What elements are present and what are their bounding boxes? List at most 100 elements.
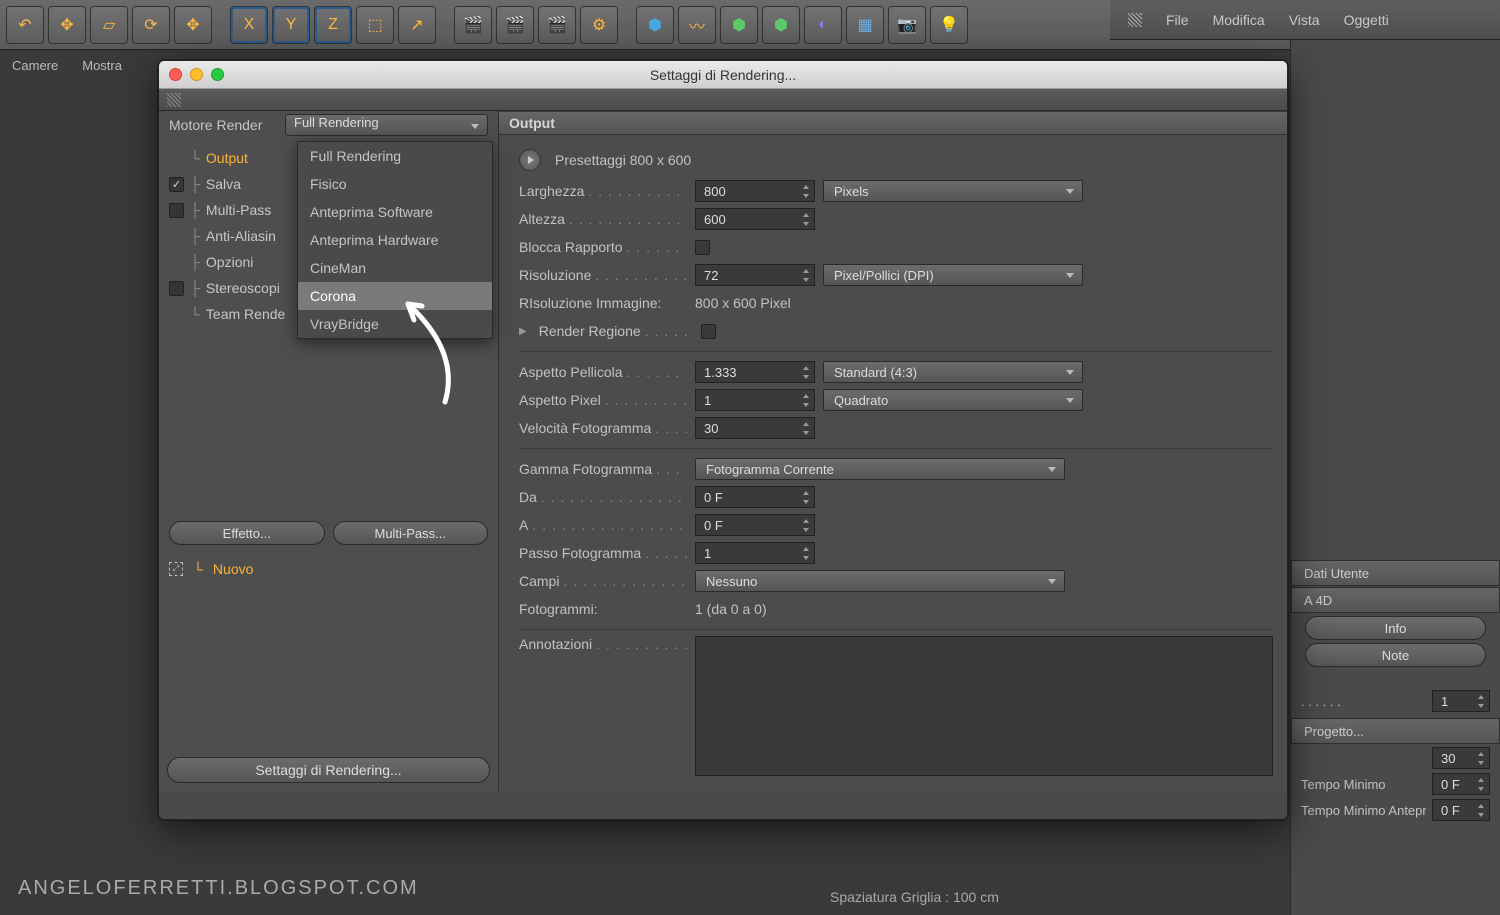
light-icon[interactable]: 💡 (930, 6, 968, 44)
tree-output[interactable]: Output (206, 150, 248, 166)
attr-val1[interactable]: 1 (1432, 690, 1490, 712)
blocca-checkbox[interactable] (695, 240, 710, 255)
engine-option-full[interactable]: Full Rendering (298, 142, 492, 170)
stereo-checkbox[interactable] (169, 281, 184, 296)
passo-label: Passo Fotogramma (519, 545, 687, 561)
fotogrammi-value: 1 (da 0 a 0) (695, 601, 767, 617)
scale-icon[interactable]: ▱ (90, 6, 128, 44)
axis-z-icon[interactable]: Z (314, 6, 352, 44)
render-regione-checkbox[interactable] (701, 324, 716, 339)
gamma-label: Gamma Fotogramma (519, 461, 687, 477)
attr-val30[interactable]: 30 (1432, 747, 1490, 769)
annotazioni-textarea[interactable] (695, 636, 1273, 776)
render-settings-button[interactable]: Settaggi di Rendering... (167, 757, 490, 783)
engine-option-vray[interactable]: VrayBridge (298, 310, 492, 338)
menu-file[interactable]: File (1166, 12, 1189, 28)
engine-option-fisico[interactable]: Fisico (298, 170, 492, 198)
tab-a4d[interactable]: A 4D (1291, 587, 1500, 613)
tempo-minimo-ante-label: Tempo Minimo Anteprima (1301, 803, 1426, 818)
altezza-input[interactable]: 600 (695, 208, 815, 230)
velocita-label: Velocità Fotogramma (519, 420, 687, 436)
tree-antialias[interactable]: Anti-Aliasin (206, 228, 276, 244)
campi-select[interactable]: Nessuno (695, 570, 1065, 592)
new-label: Nuovo (213, 561, 253, 577)
grid-icon[interactable] (167, 93, 181, 107)
info-button[interactable]: Info (1305, 616, 1486, 640)
tree-multipass[interactable]: Multi-Pass (206, 202, 271, 218)
axis-icon[interactable]: ↗ (398, 6, 436, 44)
aspetto-pellicola-input[interactable]: 1.333 (695, 361, 815, 383)
risoluzione-unit-select[interactable]: Pixel/Pollici (DPI) (823, 264, 1083, 286)
engine-option-software[interactable]: Anteprima Software (298, 198, 492, 226)
effetto-button[interactable]: Effetto... (169, 521, 325, 545)
new-preset-row[interactable]: ⤢ └ Nuovo (159, 555, 498, 583)
note-button[interactable]: Note (1305, 643, 1486, 667)
menu-modifica[interactable]: Modifica (1213, 12, 1265, 28)
a-input[interactable]: 0 F (695, 514, 815, 536)
engine-label: Motore Render (169, 117, 277, 133)
move-icon[interactable]: ✥ (48, 6, 86, 44)
expand-tri-icon[interactable]: ▶ (519, 326, 527, 337)
coord-icon[interactable]: ⬚ (356, 6, 394, 44)
aspetto-pixel-input[interactable]: 1 (695, 389, 815, 411)
move2-icon[interactable]: ✥ (174, 6, 212, 44)
camera-icon[interactable]: 📷 (888, 6, 926, 44)
render-settings-icon[interactable]: ⚙ (580, 6, 618, 44)
larghezza-input[interactable]: 800 (695, 180, 815, 202)
engine-option-cineman[interactable]: CineMan (298, 254, 492, 282)
tree-team[interactable]: Team Rende (206, 306, 285, 322)
engine-option-corona[interactable]: Corona (298, 282, 492, 310)
attributes-panel: Dati Utente A 4D Info Note . . . . . .1 … (1290, 40, 1500, 915)
expand-icon: ⤢ (169, 562, 183, 576)
tab-dati-utente[interactable]: Dati Utente (1291, 560, 1500, 586)
grid-icon (1128, 13, 1142, 27)
menu-oggetti[interactable]: Oggetti (1344, 12, 1389, 28)
undo-icon[interactable]: ↶ (6, 6, 44, 44)
multipass-button[interactable]: Multi-Pass... (333, 521, 489, 545)
da-input[interactable]: 0 F (695, 486, 815, 508)
tempo-minimo-value[interactable]: 0 F (1432, 773, 1490, 795)
preset-play-icon[interactable] (519, 149, 541, 171)
aspetto-pellicola-select[interactable]: Standard (4:3) (823, 361, 1083, 383)
menu-camere[interactable]: Camere (12, 58, 58, 73)
engine-option-hardware[interactable]: Anteprima Hardware (298, 226, 492, 254)
right-menubar: File Modifica Vista Oggetti (1110, 0, 1500, 40)
menu-mostra[interactable]: Mostra (82, 58, 122, 73)
blocca-label: Blocca Rapporto (519, 239, 687, 255)
velocita-input[interactable]: 30 (695, 417, 815, 439)
render-active-icon[interactable]: 🎬 (538, 6, 576, 44)
render-region-icon[interactable]: 🎬 (496, 6, 534, 44)
floor-icon[interactable]: ▦ (846, 6, 884, 44)
tab-progetto[interactable]: Progetto... (1291, 718, 1500, 744)
sidebar: Motore Render Full Rendering Full Render… (159, 111, 499, 791)
engine-dropdown-menu: Full Rendering Fisico Anteprima Software… (297, 141, 493, 339)
gamma-select[interactable]: Fotogramma Corrente (695, 458, 1065, 480)
larghezza-label: Larghezza (519, 183, 687, 199)
attr-dots: . . . . . . (1301, 694, 1426, 709)
risoluzione-img-label: RIsoluzione Immagine: (519, 295, 687, 311)
rotate-icon[interactable]: ⟳ (132, 6, 170, 44)
engine-dropdown[interactable]: Full Rendering (285, 114, 488, 136)
tree-stereo[interactable]: Stereoscopi (206, 280, 280, 296)
menu-vista[interactable]: Vista (1289, 12, 1320, 28)
axis-y-icon[interactable]: Y (272, 6, 310, 44)
cube-icon[interactable]: ⬢ (636, 6, 674, 44)
array-icon[interactable]: ⬢ (762, 6, 800, 44)
tree-opzioni[interactable]: Opzioni (206, 254, 253, 270)
spline-icon[interactable]: 〰 (678, 6, 716, 44)
preset-label: Presettaggi 800 x 600 (555, 152, 691, 168)
render-settings-window: Settaggi di Rendering... Motore Render F… (158, 60, 1288, 820)
passo-input[interactable]: 1 (695, 542, 815, 564)
multipass-checkbox[interactable] (169, 203, 184, 218)
aspetto-pixel-select[interactable]: Quadrato (823, 389, 1083, 411)
deformer-icon[interactable]: ◐ (804, 6, 842, 44)
axis-x-icon[interactable]: X (230, 6, 268, 44)
salva-checkbox[interactable]: ✓ (169, 177, 184, 192)
tree-salva[interactable]: Salva (206, 176, 241, 192)
risoluzione-label: Risoluzione (519, 267, 687, 283)
unit-select[interactable]: Pixels (823, 180, 1083, 202)
tempo-minimo-ante-value[interactable]: 0 F (1432, 799, 1490, 821)
risoluzione-input[interactable]: 72 (695, 264, 815, 286)
nurbs-icon[interactable]: ⬢ (720, 6, 758, 44)
render-icon[interactable]: 🎬 (454, 6, 492, 44)
